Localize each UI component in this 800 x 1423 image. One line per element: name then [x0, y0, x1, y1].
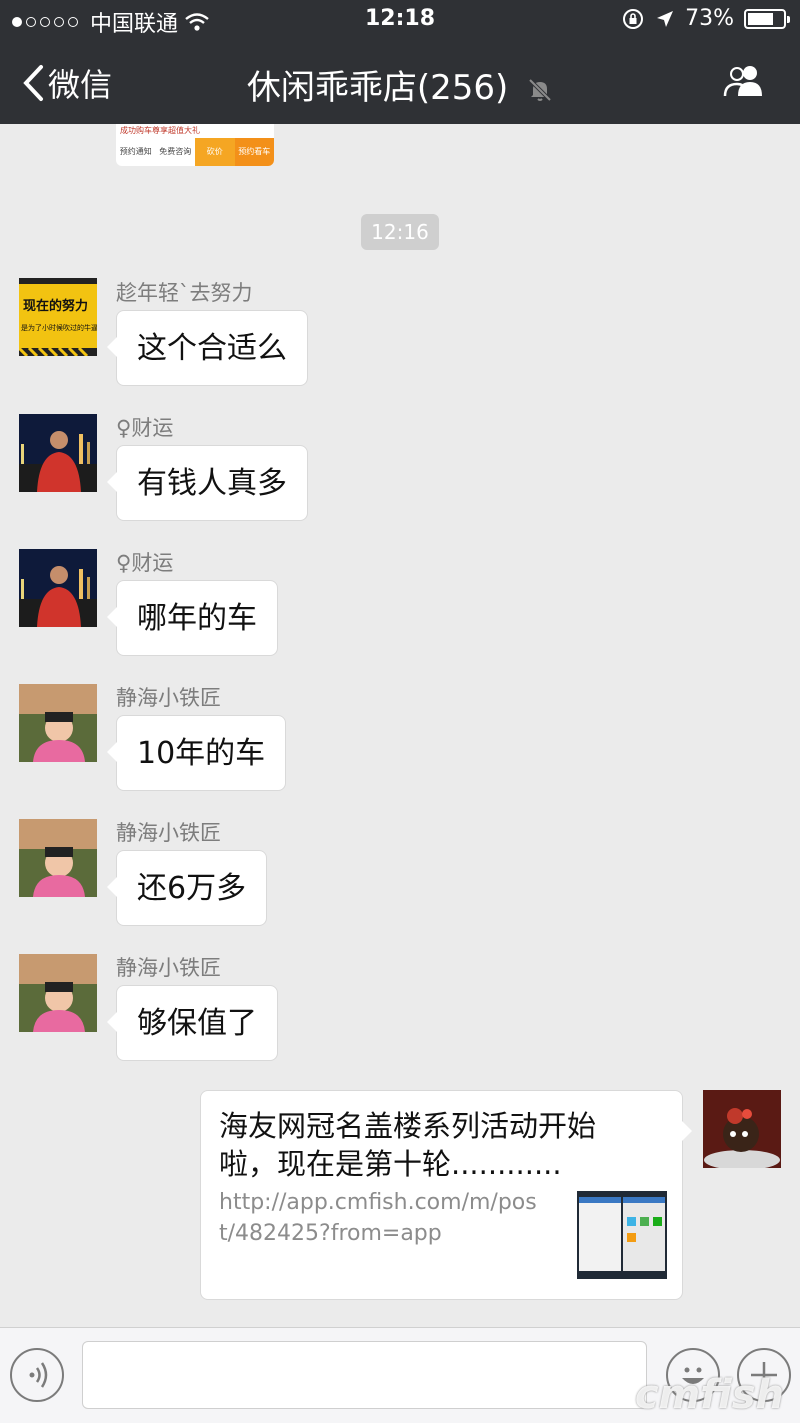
- sender-name: 静海小铁匠: [116, 956, 221, 980]
- status-bar: 中国联通 12:18 73%: [0, 0, 800, 42]
- avatar[interactable]: [19, 819, 97, 897]
- avatar-text: 现在的努力: [23, 298, 88, 314]
- watermark: cmfish: [634, 1372, 784, 1418]
- sender-name: ♀财运: [116, 416, 174, 440]
- battery-icon: [744, 8, 790, 29]
- avatar-image: [19, 549, 97, 627]
- avatar-image: [703, 1090, 781, 1168]
- link-url: http://app.cmfish.com/m/post/482425?from…: [219, 1190, 537, 1246]
- previous-card-buttons: 预约通知 免费咨询 砍价 预约看车: [116, 138, 274, 166]
- location-arrow-icon: [657, 10, 674, 27]
- card-button[interactable]: 预约通知: [116, 138, 156, 166]
- avatar-image: [19, 819, 97, 897]
- message-bubble[interactable]: 这个合适么: [107, 310, 308, 386]
- top-bar: 中国联通 12:18 73% 微信 休闲乖乖店(256): [0, 0, 800, 124]
- sender-name: 静海小铁匠: [116, 821, 221, 845]
- chat-title: 休闲乖乖店(256): [0, 60, 800, 109]
- message-input[interactable]: [82, 1341, 647, 1409]
- card-button[interactable]: 预约看车: [234, 138, 274, 166]
- message-bubble[interactable]: 10年的车: [106, 715, 287, 791]
- rotation-lock-icon: [623, 8, 644, 29]
- link-thumbnail: [577, 1191, 667, 1279]
- status-right: 73%: [621, 6, 790, 31]
- previous-card-headline: 成功购车尊享超值大礼: [120, 126, 200, 135]
- message-bubble[interactable]: 哪年的车: [107, 580, 278, 656]
- card-button[interactable]: 砍价: [195, 138, 235, 166]
- sender-name: ♀财运: [116, 551, 174, 575]
- voice-icon: [29, 1362, 48, 1388]
- avatar[interactable]: [19, 684, 97, 762]
- people-icon: [723, 66, 762, 97]
- card-button[interactable]: 免费咨询: [156, 138, 196, 166]
- sender-name: 静海小铁匠: [116, 686, 221, 710]
- avatar[interactable]: [19, 414, 97, 492]
- message-bubble[interactable]: 有钱人真多: [107, 445, 308, 521]
- link-title: 海友网冠名盖楼系列活动开始啦，现在是第十轮............: [219, 1109, 597, 1181]
- time-divider: 12:16: [361, 214, 439, 250]
- avatar-subtext: 是为了小时候吹过的牛逼: [21, 323, 97, 332]
- thumbnail-image: [577, 1191, 667, 1279]
- chat-area[interactable]: 成功购车尊享超值大礼 预约通知 免费咨询 砍价 预约看车 12:16 现在的努力…: [0, 124, 800, 1327]
- mute-bell-icon: [528, 78, 552, 101]
- avatar[interactable]: 现在的努力 是为了小时候吹过的牛逼: [19, 278, 97, 356]
- message-bubble[interactable]: 还6万多: [106, 850, 268, 926]
- avatar[interactable]: [19, 549, 97, 627]
- chat-title-text: 休闲乖乖店(256): [246, 68, 509, 108]
- avatar-image: [19, 414, 97, 492]
- group-members-button[interactable]: [722, 64, 768, 102]
- previous-card-fragment[interactable]: 成功购车尊享超值大礼 预约通知 免费咨询 砍价 预约看车: [116, 124, 274, 166]
- sender-name: 趁年轻`去努力: [116, 281, 253, 305]
- avatar-image: [19, 954, 97, 1032]
- nav-bar: 微信 休闲乖乖店(256): [0, 42, 800, 124]
- voice-button[interactable]: [10, 1348, 64, 1402]
- link-share-card[interactable]: 海友网冠名盖楼系列活动开始啦，现在是第十轮............ http:/…: [200, 1090, 692, 1300]
- avatar[interactable]: [19, 954, 97, 1032]
- avatar-image: 现在的努力 是为了小时候吹过的牛逼: [19, 278, 97, 356]
- message-bubble[interactable]: 够保值了: [107, 985, 278, 1061]
- battery-percent: 73%: [685, 6, 734, 31]
- self-avatar[interactable]: [703, 1090, 781, 1168]
- avatar-image: [19, 684, 97, 762]
